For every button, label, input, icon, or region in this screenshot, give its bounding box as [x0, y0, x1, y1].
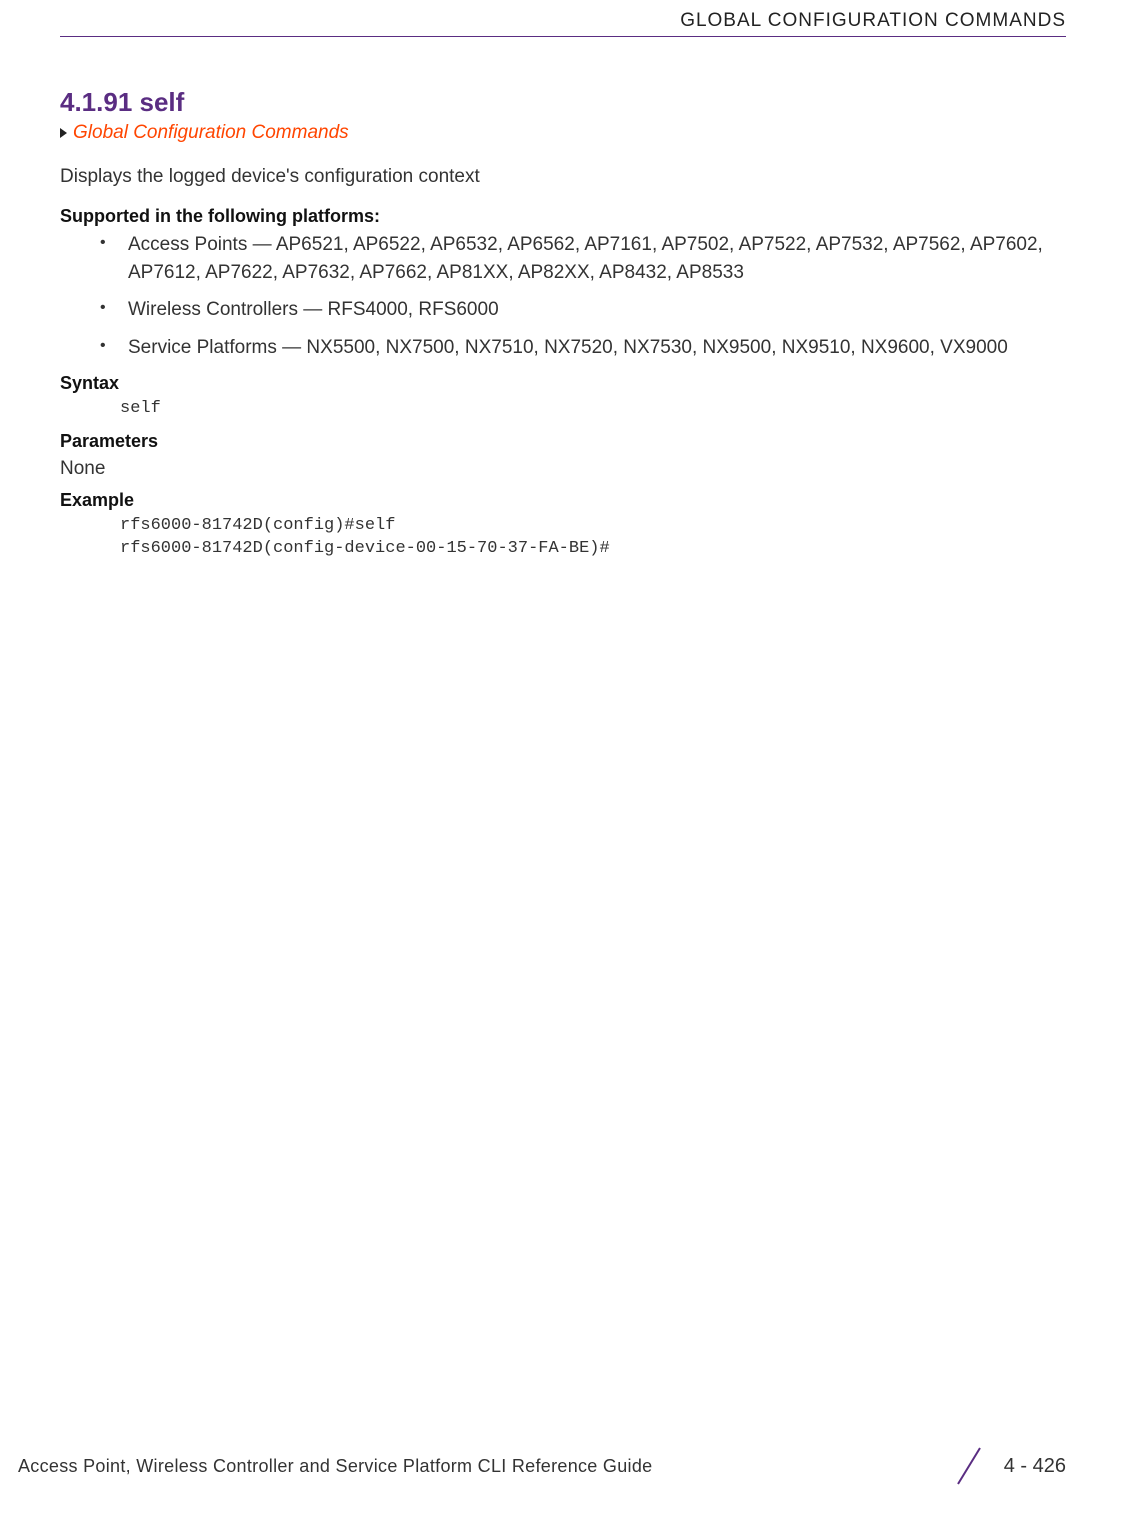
page-content: 4.1.91 self Global Configuration Command…: [60, 37, 1066, 561]
syntax-code: self: [120, 398, 1066, 421]
supported-list: Access Points — AP6521, AP6522, AP6532, …: [60, 231, 1066, 361]
page: GLOBAL CONFIGURATION COMMANDS 4.1.91 sel…: [0, 0, 1126, 1516]
supported-heading: Supported in the following platforms:: [60, 206, 1066, 227]
running-header: GLOBAL CONFIGURATION COMMANDS: [60, 0, 1066, 37]
list-item: Service Platforms — NX5500, NX7500, NX75…: [100, 334, 1066, 362]
parameters-value: None: [60, 458, 1066, 480]
breadcrumb[interactable]: Global Configuration Commands: [60, 122, 1066, 144]
parameters-heading: Parameters: [60, 431, 1066, 452]
footer-right: 4 - 426: [952, 1444, 1066, 1488]
arrow-right-icon: [60, 128, 67, 138]
page-footer: Access Point, Wireless Controller and Se…: [0, 1444, 1126, 1488]
intro-text: Displays the logged device's configurati…: [60, 166, 1066, 188]
footer-title: Access Point, Wireless Controller and Se…: [18, 1456, 652, 1477]
example-heading: Example: [60, 490, 1066, 511]
slash-icon: [952, 1444, 986, 1488]
page-number: 4 - 426: [1004, 1455, 1066, 1478]
syntax-heading: Syntax: [60, 373, 1066, 394]
list-item: Access Points — AP6521, AP6522, AP6532, …: [100, 231, 1066, 286]
section-heading: 4.1.91 self: [60, 87, 1066, 118]
breadcrumb-label: Global Configuration Commands: [73, 122, 349, 143]
list-item: Wireless Controllers — RFS4000, RFS6000: [100, 296, 1066, 324]
example-code: rfs6000-81742D(config)#self rfs6000-8174…: [120, 515, 1066, 561]
